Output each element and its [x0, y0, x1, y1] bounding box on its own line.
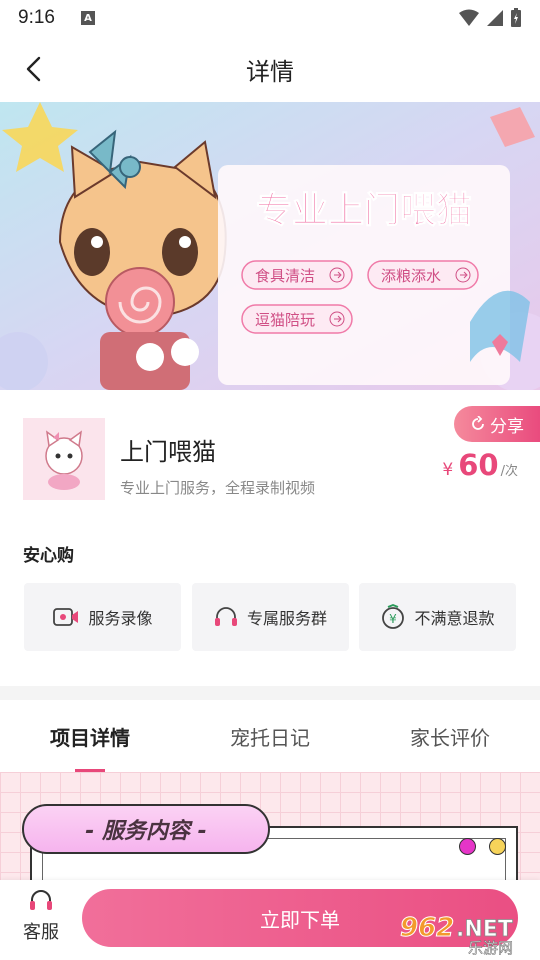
status-icons: [458, 8, 522, 28]
wifi-icon: [459, 9, 479, 26]
product-thumbnail: [23, 418, 105, 500]
svg-text:食具清洁: 食具清洁: [255, 267, 315, 285]
assurance-item-group: 专属服务群: [191, 583, 349, 651]
share-icon: [472, 416, 484, 430]
page-title: 详情: [246, 57, 294, 86]
detail-content: - 服务内容 -: [0, 772, 540, 880]
svg-text:¥: ¥: [390, 612, 398, 626]
decor-dot-yellow: [489, 838, 506, 855]
tab-pet-diary[interactable]: 宠托日记: [180, 700, 360, 772]
assurance-label-group: 专属服务群: [246, 609, 327, 628]
tab-label-details: 项目详情: [50, 725, 130, 750]
section-title: - 服务内容 -: [22, 804, 270, 854]
share-button[interactable]: 分享: [454, 406, 540, 442]
share-label: 分享: [490, 416, 524, 437]
tab-project-details[interactable]: 项目详情: [0, 700, 180, 772]
banner-tag-2: 添粮添水: [367, 260, 479, 290]
price-value: 60: [458, 448, 499, 482]
signal-icon: [487, 10, 503, 26]
tab-label-diary: 宠托日记: [230, 725, 310, 750]
price-symbol: ¥: [442, 460, 454, 480]
product-info: 上门喂猫 专业上门服务，全程录制视频 分享 ¥ 60 /次: [0, 390, 540, 525]
assurance-item-refund: ¥ 不满意退款: [359, 583, 516, 651]
price-unit: /次: [500, 464, 518, 479]
banner-illustration: 专业上门喂猫 食具清洁 添粮添水 逗猫陪玩: [0, 102, 540, 390]
assurance-item-video: 服务录像: [24, 583, 181, 651]
product-price: ¥ 60 /次: [442, 448, 518, 482]
notification-icon: A: [80, 11, 95, 25]
svg-text:逗猫陪玩: 逗猫陪玩: [255, 311, 315, 329]
assurance-title: 安心购: [23, 546, 74, 566]
banner-tag-3: 逗猫陪玩: [241, 304, 353, 334]
section-divider: [0, 686, 540, 700]
nav-bar: 详情: [0, 36, 540, 102]
detail-tabs: 项目详情 宠托日记 家长评价: [0, 700, 540, 772]
status-bar: 9:16 A: [0, 0, 540, 36]
product-banner: 专业上门喂猫 食具清洁 添粮添水 逗猫陪玩: [0, 102, 540, 390]
banner-tag-1: 食具清洁: [241, 260, 353, 290]
assurance-label-video: 服务录像: [88, 609, 153, 628]
tab-parent-reviews[interactable]: 家长评价: [360, 700, 540, 772]
headset-icon: [30, 890, 52, 910]
customer-service-button[interactable]: 客服: [16, 888, 66, 944]
headset-icon: [214, 607, 237, 626]
customer-service-label: 客服: [23, 922, 59, 943]
battery-icon: [511, 8, 521, 27]
status-time: 9:16: [18, 7, 55, 28]
site-watermark: 962 .NET 乐游网: [400, 913, 514, 957]
refund-icon: ¥: [382, 604, 405, 629]
assurance-label-refund: 不满意退款: [414, 609, 495, 628]
back-arrow-icon[interactable]: [20, 54, 50, 84]
product-description: 专业上门服务，全程录制视频: [120, 479, 316, 497]
svg-text:添粮添水: 添粮添水: [381, 267, 441, 285]
svg-text:乐游网: 乐游网: [468, 939, 513, 956]
banner-title: 专业上门喂猫: [256, 190, 472, 231]
video-record-icon: [53, 608, 79, 626]
assurance-list: 服务录像 专属服务群 ¥ 不满意退款: [24, 583, 516, 651]
decor-dot-pink: [459, 838, 476, 855]
svg-text:962: 962: [400, 913, 454, 943]
tab-label-reviews: 家长评价: [410, 725, 490, 750]
product-name: 上门喂猫: [120, 438, 216, 466]
